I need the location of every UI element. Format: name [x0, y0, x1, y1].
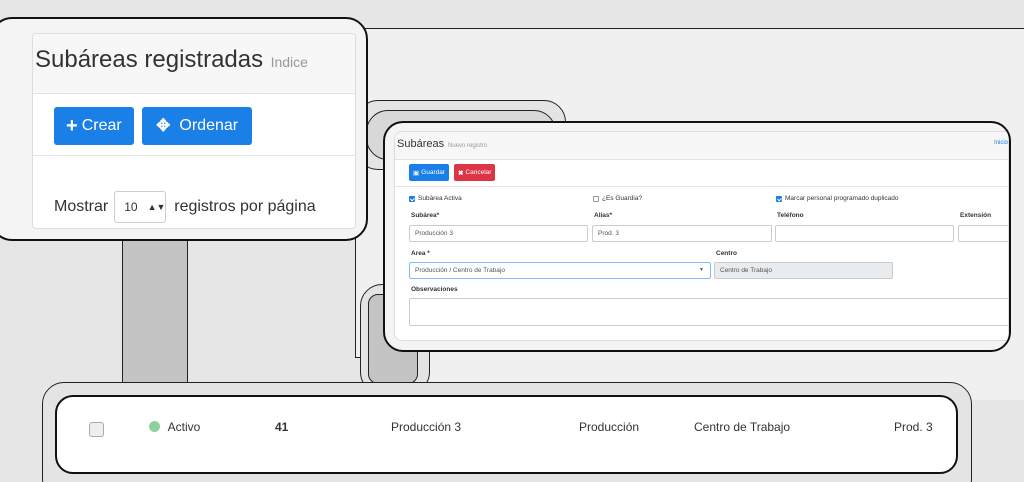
- create-button[interactable]: + Crear: [54, 107, 134, 145]
- observaciones-label: Observaciones: [411, 286, 458, 293]
- telefono-input[interactable]: [775, 225, 954, 242]
- row-centro: Centro de Trabajo: [694, 420, 791, 434]
- telefono-label: Teléfono: [777, 212, 804, 219]
- row-area: Producción: [579, 420, 640, 434]
- centro-label: Centro: [716, 250, 737, 257]
- list-toolbar: + Crear ✥ Ordenar: [33, 94, 355, 156]
- area-select-value: Producción / Centro de Trabajo: [415, 267, 505, 274]
- checkbox-checked-icon: [409, 195, 415, 202]
- observaciones-textarea[interactable]: [409, 298, 1008, 326]
- row-checkbox[interactable]: [89, 422, 104, 437]
- form-header: Subáreas Nuevo registro Inicio: [395, 132, 1008, 160]
- form-toolbar: ▣ Guardar ✖ Cancelar: [395, 160, 1008, 187]
- duplicate-checkbox[interactable]: Marcar personal programado duplicado: [776, 195, 898, 202]
- area-select[interactable]: Producción / Centro de Trabajo ▼: [409, 262, 711, 279]
- active-status-dot: [149, 421, 160, 432]
- page-title: Subáreas registradas: [35, 46, 264, 73]
- list-header: Subáreas registradas Indice: [33, 34, 355, 94]
- order-button-label: Ordenar: [179, 117, 239, 134]
- index-link[interactable]: Inicio: [994, 140, 1008, 146]
- row-id: 41: [275, 420, 289, 434]
- subareas-list-card: Subáreas registradas Indice + Crear ✥ Or…: [0, 17, 368, 241]
- subarea-label: Subárea*: [411, 212, 440, 219]
- show-suffix: registros por página: [174, 198, 316, 215]
- page-size-control: Mostrar 10 ▲▼ registros por página: [33, 156, 355, 223]
- plus-icon: +: [66, 114, 78, 137]
- order-button[interactable]: ✥ Ordenar: [142, 107, 253, 145]
- table-row[interactable]: Activo 41 Producción 3 Producción Centro…: [55, 395, 958, 474]
- subarea-form-card: Subáreas Nuevo registro Inicio ▣ Guardar…: [383, 121, 1011, 352]
- move-arrows-icon: ✥: [156, 116, 171, 135]
- cancel-button[interactable]: ✖ Cancelar: [453, 164, 496, 181]
- page-size-value: 10: [124, 200, 138, 214]
- guard-checkbox-label: ¿Es Guardia?: [602, 195, 643, 202]
- close-icon: ✖: [457, 169, 464, 177]
- list-panel: Subáreas registradas Indice + Crear ✥ Or…: [32, 33, 356, 229]
- area-label: Area *: [411, 250, 430, 257]
- alias-label: Alias*: [594, 212, 613, 219]
- save-button-label: Guardar: [421, 169, 446, 176]
- checkbox-unchecked-icon: [593, 195, 599, 202]
- form-subtitle: Nuevo registro: [448, 143, 488, 149]
- extension-input[interactable]: [958, 225, 1008, 242]
- extension-label: Extensión: [960, 212, 992, 219]
- status-text: Activo: [167, 420, 201, 434]
- cancel-button-label: Cancelar: [465, 169, 492, 176]
- form-panel: Subáreas Nuevo registro Inicio ▣ Guardar…: [394, 131, 1009, 341]
- page-subtitle: Indice: [270, 54, 308, 70]
- page-size-select[interactable]: 10 ▲▼: [114, 191, 167, 223]
- active-checkbox-label: Subárea Activa: [418, 195, 462, 202]
- row-subarea: Producción 3: [391, 420, 462, 434]
- centro-input: Centro de Trabajo: [714, 262, 893, 279]
- active-checkbox[interactable]: Subárea Activa: [409, 195, 462, 202]
- alias-input[interactable]: Prod. 3: [592, 225, 772, 242]
- subarea-input[interactable]: Producción 3: [409, 225, 588, 242]
- guard-checkbox[interactable]: ¿Es Guardia?: [593, 195, 642, 202]
- duplicate-checkbox-label: Marcar personal programado duplicado: [785, 195, 899, 202]
- show-prefix: Mostrar: [54, 198, 109, 215]
- sort-caret-icon: ▲▼: [147, 202, 166, 212]
- chevron-down-icon: ▼: [699, 267, 704, 273]
- vertical-connector: [122, 236, 188, 386]
- create-button-label: Crear: [81, 117, 122, 134]
- form-title: Subáreas: [397, 138, 445, 150]
- checkbox-checked-icon: [776, 195, 782, 202]
- save-icon: ▣: [413, 169, 420, 177]
- row-alias: Prod. 3: [894, 420, 933, 434]
- status-badge: Activo: [149, 420, 200, 434]
- save-button[interactable]: ▣ Guardar: [409, 164, 450, 181]
